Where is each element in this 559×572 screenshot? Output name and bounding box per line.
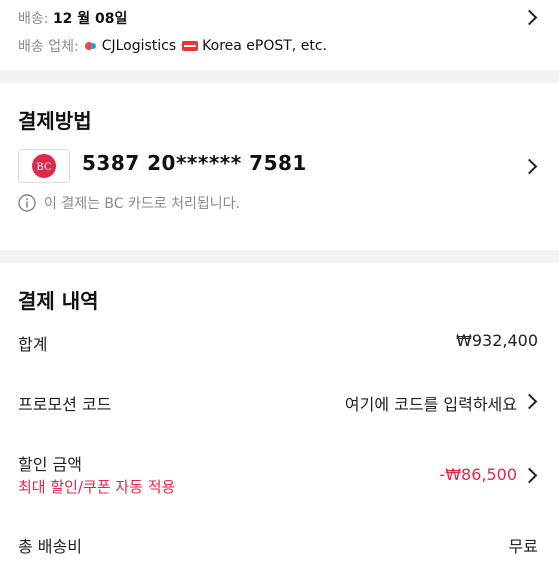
- payment-details-title: 결제 내역: [18, 289, 99, 313]
- discount-subtext: 최대 할인/쿠폰 자동 적용: [18, 478, 176, 496]
- shipping-date: 12 월 08일: [52, 11, 128, 27]
- shipping-fee-value: 무료: [508, 537, 538, 556]
- carrier-cj: CJLogistics: [101, 38, 177, 54]
- chevron-right-icon[interactable]: [521, 467, 538, 484]
- shipping-fee-label: 총 배송비: [18, 537, 82, 556]
- shipping-label: 배송:: [18, 11, 49, 27]
- payment-notice-text: 이 결제는 BC 카드로 처리됩니다.: [44, 196, 240, 212]
- carriers-line: 배송 업체: CJLogistics Korea ePOST, etc.: [18, 36, 327, 56]
- info-icon: [18, 194, 36, 212]
- card-number: 5387 20****** 7581: [82, 151, 307, 175]
- shipping-section[interactable]: 배송: 12 월 08일 배송 업체: CJLogistics Korea eP…: [0, 0, 559, 70]
- shipping-date-line: 배송: 12 월 08일: [18, 8, 127, 28]
- payment-method-title: 결제방법: [18, 109, 92, 133]
- chevron-right-icon[interactable]: [521, 393, 538, 410]
- discount-value: -₩86,500: [439, 465, 517, 484]
- payment-method-section: 결제방법 BC 5387 20****** 7581 이 결제는 BC 카드로 …: [0, 83, 559, 250]
- payment-details-section: 결제 내역 합계 ₩932,400 프로모션 코드 여기에 코드를 입력하세요 …: [0, 263, 559, 572]
- bc-card-icon: BC: [18, 149, 70, 183]
- carrier-epost: Korea ePOST, etc.: [202, 38, 327, 54]
- bc-card-icon-text: BC: [36, 162, 52, 173]
- subtotal-value: ₩932,400: [456, 331, 538, 350]
- payment-notice: 이 결제는 BC 카드로 처리됩니다.: [18, 193, 240, 213]
- epost-logo-icon: [182, 41, 199, 51]
- cj-logo-icon: [84, 42, 96, 50]
- discount-label: 할인 금액: [18, 455, 82, 474]
- promo-code-input[interactable]: 여기에 코드를 입력하세요: [345, 391, 517, 415]
- subtotal-label: 합계: [18, 335, 48, 354]
- promo-code-label: 프로모션 코드: [18, 395, 112, 414]
- chevron-right-icon[interactable]: [521, 9, 538, 26]
- carriers-label: 배송 업체:: [18, 39, 79, 55]
- chevron-right-icon[interactable]: [521, 158, 538, 175]
